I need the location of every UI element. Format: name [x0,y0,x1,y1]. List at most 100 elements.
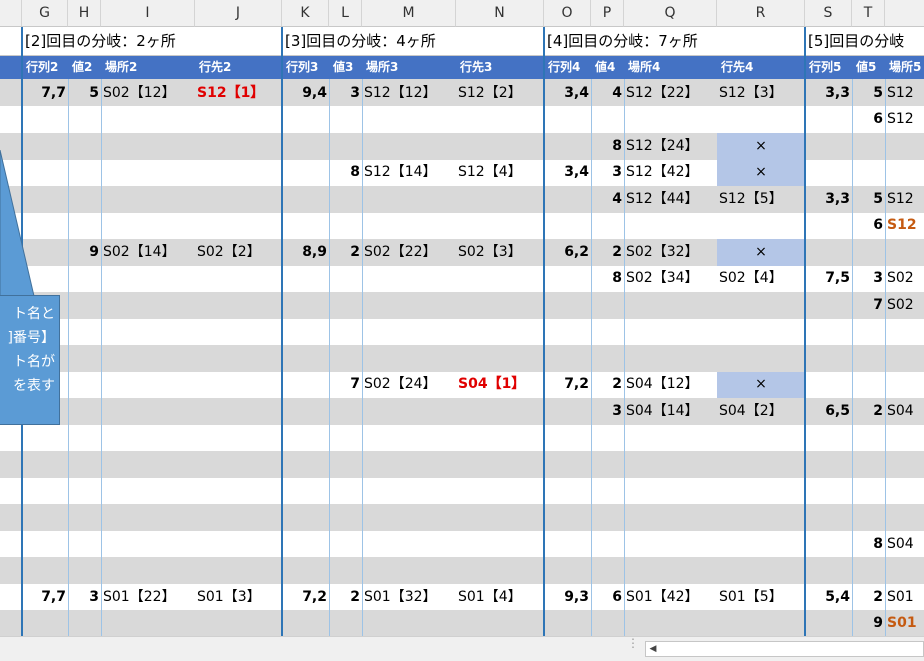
column-header-u[interactable] [885,0,924,27]
cell-m4[interactable]: S12【14】 [362,159,456,186]
cell-p3[interactable]: 8 [591,133,624,160]
cell-t2[interactable]: 6 [852,106,885,133]
cell-u2[interactable]: S12 [885,106,924,133]
cell-k7[interactable]: 8,9 [282,239,329,266]
subheader-place2[interactable]: 場所2 [101,56,195,79]
cell-i1[interactable]: S02【12】 [101,80,195,107]
cell-n20[interactable]: S01【4】 [456,584,544,611]
cell-t6[interactable]: 6 [852,212,885,239]
subheader-matrix3[interactable]: 行列3 [282,56,329,79]
cell-s5[interactable]: 3,3 [805,186,852,213]
column-header-q[interactable]: Q [624,0,717,27]
column-header-partial[interactable] [0,0,22,27]
cell-k1[interactable]: 9,4 [282,80,329,107]
cell-q12[interactable]: S04【12】 [624,371,717,398]
cell-l20[interactable]: 2 [329,584,362,611]
cell-r3[interactable]: × [717,133,805,160]
cell-h20[interactable]: 3 [68,584,101,611]
cell-q13[interactable]: S04【14】 [624,398,717,425]
cell-k20[interactable]: 7,2 [282,584,329,611]
cell-t1[interactable]: 5 [852,80,885,107]
cell-r20[interactable]: S01【5】 [717,584,805,611]
cell-o20[interactable]: 9,3 [544,584,591,611]
cell-g1[interactable]: 7,7 [22,80,68,107]
callout-box[interactable]: ト名と ]番号】 ト名が を表す [0,295,60,425]
cell-u18[interactable]: S04 [885,531,924,558]
cell-j1[interactable]: S12【1】 [195,80,282,107]
cell-p7[interactable]: 2 [591,239,624,266]
cell-u13[interactable]: S04 [885,398,924,425]
column-header-s[interactable]: S [805,0,852,27]
cell-g20[interactable]: 7,7 [22,584,68,611]
cell-i20[interactable]: S01【22】 [101,584,195,611]
column-header-j[interactable]: J [195,0,282,27]
subheader-value2[interactable]: 値2 [68,56,101,79]
subheader-cell[interactable] [0,56,22,79]
subheader-matrix4[interactable]: 行列4 [544,56,591,79]
cell-l12[interactable]: 7 [329,371,362,398]
subheader-dest3[interactable]: 行先3 [456,56,544,79]
column-header-g[interactable]: G [22,0,68,27]
cell-l4[interactable]: 8 [329,159,362,186]
cell-p8[interactable]: 8 [591,265,624,292]
column-header-l[interactable]: L [329,0,362,27]
cell-s1[interactable]: 3,3 [805,80,852,107]
cell-l1[interactable]: 3 [329,80,362,107]
cell-m7[interactable]: S02【22】 [362,239,456,266]
cell-p5[interactable]: 4 [591,186,624,213]
cell-q4[interactable]: S12【42】 [624,159,717,186]
cell-q8[interactable]: S02【34】 [624,265,717,292]
cell-u21[interactable]: S01 [885,610,924,636]
cell-r1[interactable]: S12【3】 [717,80,805,107]
scroll-left-arrow-icon[interactable]: ◀ [645,641,661,657]
section-title-3[interactable]: [3]回目の分岐：4ヶ所 [282,27,544,56]
cell-r12[interactable]: × [717,371,805,398]
cell-t5[interactable]: 5 [852,186,885,213]
cell-n7[interactable]: S02【3】 [456,239,544,266]
subheader-place5[interactable]: 場所5 [885,56,924,79]
cell-o7[interactable]: 6,2 [544,239,591,266]
cell-q1[interactable]: S12【22】 [624,80,717,107]
section-title-2[interactable]: [2]回目の分岐：2ヶ所 [22,27,282,56]
section-title-4[interactable]: [4]回目の分岐：7ヶ所 [544,27,805,56]
cell-m1[interactable]: S12【12】 [362,80,456,107]
cell-p1[interactable]: 4 [591,80,624,107]
cell-p13[interactable]: 3 [591,398,624,425]
subheader-place4[interactable]: 場所4 [624,56,717,79]
cell-u9[interactable]: S02 [885,292,924,319]
cell-s20[interactable]: 5,4 [805,584,852,611]
cell-q7[interactable]: S02【32】 [624,239,717,266]
cell-t18[interactable]: 8 [852,531,885,558]
cell-n1[interactable]: S12【2】 [456,80,544,107]
column-header-h[interactable]: H [68,0,101,27]
split-grip-icon[interactable]: ⋮ [627,637,639,658]
cell-u8[interactable]: S02 [885,265,924,292]
cell-q3[interactable]: S12【24】 [624,133,717,160]
cell-l7[interactable]: 2 [329,239,362,266]
cell-u1[interactable]: S12 [885,80,924,107]
cell-t21[interactable]: 9 [852,610,885,636]
cell-h1[interactable]: 5 [68,80,101,107]
cell-s13[interactable]: 6,5 [805,398,852,425]
cell-r4[interactable]: × [717,159,805,186]
cell-p20[interactable]: 6 [591,584,624,611]
cell-r7[interactable]: × [717,239,805,266]
cell-t8[interactable]: 3 [852,265,885,292]
cell-j20[interactable]: S01【3】 [195,584,282,611]
spreadsheet-grid[interactable]: G H I J K L M N O P Q R S T [2]回目の分岐：2ヶ所… [0,0,924,636]
cell-p4[interactable]: 3 [591,159,624,186]
column-header-r[interactable]: R [717,0,805,27]
cell-u6[interactable]: S12 [885,212,924,239]
subheader-matrix5[interactable]: 行列5 [805,56,852,79]
cell-q20[interactable]: S01【42】 [624,584,717,611]
cell-p12[interactable]: 2 [591,371,624,398]
cell-r5[interactable]: S12【5】 [717,186,805,213]
cell-u20[interactable]: S01 [885,584,924,611]
cell-o1[interactable]: 3,4 [544,80,591,107]
column-header-t[interactable]: T [852,0,885,27]
column-header-i[interactable]: I [101,0,195,27]
column-header-o[interactable]: O [544,0,591,27]
column-header-n[interactable]: N [456,0,544,27]
cell-o12[interactable]: 7,2 [544,371,591,398]
subheader-value4[interactable]: 値4 [591,56,624,79]
